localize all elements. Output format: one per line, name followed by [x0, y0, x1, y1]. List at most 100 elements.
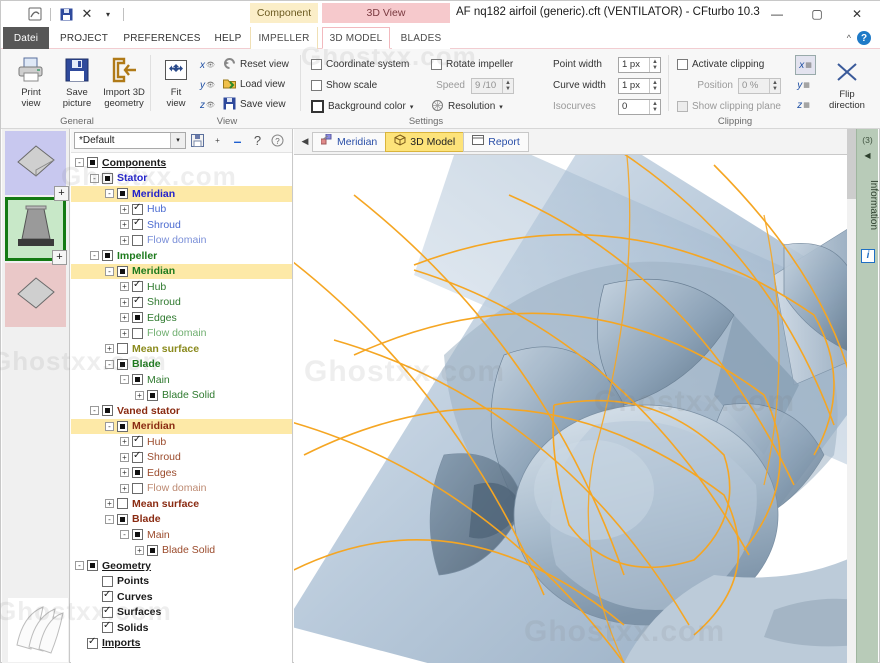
tab-preferences[interactable]: PREFERENCES [117, 27, 207, 49]
tree-row[interactable]: + Hub [71, 434, 292, 450]
tree-node-checkbox[interactable] [117, 513, 128, 525]
reset-view-button[interactable]: Reset view [221, 55, 291, 74]
tree-node-checkbox[interactable] [117, 343, 128, 355]
tree-node-checkbox[interactable] [132, 374, 143, 386]
close-document-icon[interactable]: ✕ [79, 6, 95, 22]
print-view-button[interactable]: Print view [5, 53, 57, 113]
tree-node-checkbox[interactable] [102, 575, 113, 587]
rename-preset-icon[interactable]: + [209, 132, 226, 149]
curve-width-spinner-arrows[interactable]: ▲ ▼ [649, 78, 660, 93]
tree-node-checkbox[interactable] [102, 620, 113, 634]
save-icon[interactable] [58, 6, 74, 22]
clip-position-spinner[interactable]: 0 % ▲ ▼ [738, 77, 781, 94]
tree-row[interactable]: - Main [71, 527, 292, 543]
isocurves-spinner-arrows[interactable]: ▲ ▼ [649, 99, 660, 114]
tree-row[interactable]: - Blade [71, 357, 292, 373]
curve-width-spinner[interactable]: 1 px ▲ ▼ [618, 77, 661, 94]
tree-node-checkbox[interactable] [132, 529, 143, 541]
tree-node-checkbox[interactable] [132, 450, 143, 463]
expand-node-icon[interactable]: + [120, 282, 129, 292]
tab-blades[interactable]: BLADES [392, 27, 450, 49]
tree-row[interactable]: Points [71, 574, 292, 590]
tree-row[interactable]: - Meridian [71, 418, 292, 434]
resolution-button[interactable]: Resolution ▾ [429, 97, 505, 116]
doc-tab-3d-model[interactable]: 3D Model [385, 131, 465, 152]
save-preset-icon[interactable] [189, 132, 206, 149]
view-z-axis-icon[interactable]: z 👁 [199, 97, 216, 113]
tree-row[interactable]: - Components [71, 155, 292, 171]
scrollbar-thumb[interactable] [847, 129, 856, 199]
collapse-node-icon[interactable]: - [105, 421, 114, 431]
tree-row[interactable]: - Blade [71, 512, 292, 528]
tree-node-checkbox[interactable] [117, 498, 128, 510]
resolution-dropdown-icon[interactable]: ▾ [499, 103, 503, 111]
clip-z-axis-icon[interactable]: z ▦ [795, 97, 812, 113]
preset-combobox[interactable]: *Default ▾ [74, 132, 186, 149]
tree-row[interactable]: + Hub [71, 279, 292, 295]
coordinate-system-checkbox[interactable]: Coordinate system [309, 55, 411, 74]
doc-tab-meridian[interactable]: Meridian [312, 131, 387, 152]
customize-qat-icon[interactable]: ▾ [100, 6, 116, 22]
point-width-spinner-arrows[interactable]: ▲ ▼ [649, 57, 660, 72]
tree-row[interactable]: + Flow domain [71, 326, 292, 342]
tree-node-checkbox[interactable] [102, 405, 113, 417]
tree-node-checkbox[interactable] [102, 605, 113, 618]
collapse-node-icon[interactable]: - [90, 251, 99, 261]
information-collapse-icon[interactable]: ◀ [857, 151, 878, 160]
background-color-button[interactable]: Background color ▾ [309, 97, 415, 116]
tree-row[interactable]: - Geometry [71, 558, 292, 574]
collapse-node-icon[interactable]: - [105, 514, 114, 524]
expand-node-icon[interactable]: + [120, 313, 129, 323]
tree-node-checkbox[interactable] [147, 389, 158, 401]
add-component-after-impeller-button[interactable]: + [52, 250, 67, 265]
viewport-3d[interactable]: Ghostxx.com Ghostxx.com Ghostxx.com [294, 155, 857, 663]
expand-node-icon[interactable]: + [135, 390, 144, 400]
clip-x-axis-icon[interactable]: x ▦ [795, 55, 816, 75]
remove-preset-icon[interactable]: ? [249, 132, 266, 149]
collapse-node-icon[interactable]: - [120, 530, 129, 540]
tree-node-checkbox[interactable] [132, 234, 143, 246]
view-y-axis-icon[interactable]: y 👁 [199, 77, 216, 93]
collapse-node-icon[interactable]: - [105, 189, 114, 199]
expand-node-icon[interactable]: + [120, 328, 129, 338]
background-color-dropdown-icon[interactable]: ▾ [410, 103, 414, 111]
clip-position-spinner-arrows[interactable]: ▲ ▼ [769, 78, 780, 93]
tree-row[interactable]: + Shroud [71, 217, 292, 233]
tree-row[interactable]: + Flow domain [71, 481, 292, 497]
information-icon[interactable]: i [861, 249, 875, 263]
clip-y-axis-icon[interactable]: y ▦ [795, 77, 812, 93]
expand-node-icon[interactable]: + [120, 297, 129, 307]
tree-row[interactable]: Solids [71, 620, 292, 636]
collapse-node-icon[interactable]: - [90, 406, 99, 416]
expand-node-icon[interactable]: + [120, 235, 129, 245]
expand-node-icon[interactable]: + [120, 204, 129, 214]
tree-row[interactable]: + Edges [71, 465, 292, 481]
collapse-ribbon-icon[interactable]: ^ [847, 33, 851, 43]
blades-preview-thumb[interactable] [8, 598, 68, 662]
save-view-button[interactable]: Save view [221, 95, 288, 114]
tree-row[interactable]: - Main [71, 372, 292, 388]
tree-row[interactable]: Surfaces [71, 605, 292, 621]
tab-3d-model[interactable]: 3D MODEL [322, 27, 390, 49]
tree-row[interactable]: - Stator [71, 171, 292, 187]
information-panel-rail[interactable]: (3) ◀ Information i [856, 129, 879, 663]
impeller-component-thumb[interactable]: + [5, 197, 67, 265]
show-scale-checkbox[interactable]: Show scale [309, 76, 379, 95]
tree-row[interactable]: + Blade Solid [71, 543, 292, 559]
expand-node-icon[interactable]: + [120, 437, 129, 447]
tree-node-checkbox[interactable] [132, 434, 143, 448]
minimize-button[interactable]: — [757, 1, 797, 27]
tree-node-checkbox[interactable] [132, 312, 143, 324]
help-preset-icon[interactable]: ? [269, 132, 286, 149]
tree-row[interactable]: + Blade Solid [71, 388, 292, 404]
inlet-component-thumb[interactable]: + [5, 131, 69, 201]
isocurves-spinner[interactable]: 0 ▲ ▼ [618, 98, 661, 115]
tree-node-checkbox[interactable] [132, 482, 143, 494]
load-view-button[interactable]: Load view [221, 75, 287, 94]
close-button[interactable]: ✕ [837, 1, 877, 27]
expand-node-icon[interactable]: + [120, 452, 129, 462]
tab-impeller[interactable]: IMPELLER [250, 27, 318, 49]
point-width-spinner[interactable]: 1 px ▲ ▼ [618, 56, 661, 73]
tree-row[interactable]: + Shroud [71, 450, 292, 466]
tree-row[interactable]: - Impeller [71, 248, 292, 264]
